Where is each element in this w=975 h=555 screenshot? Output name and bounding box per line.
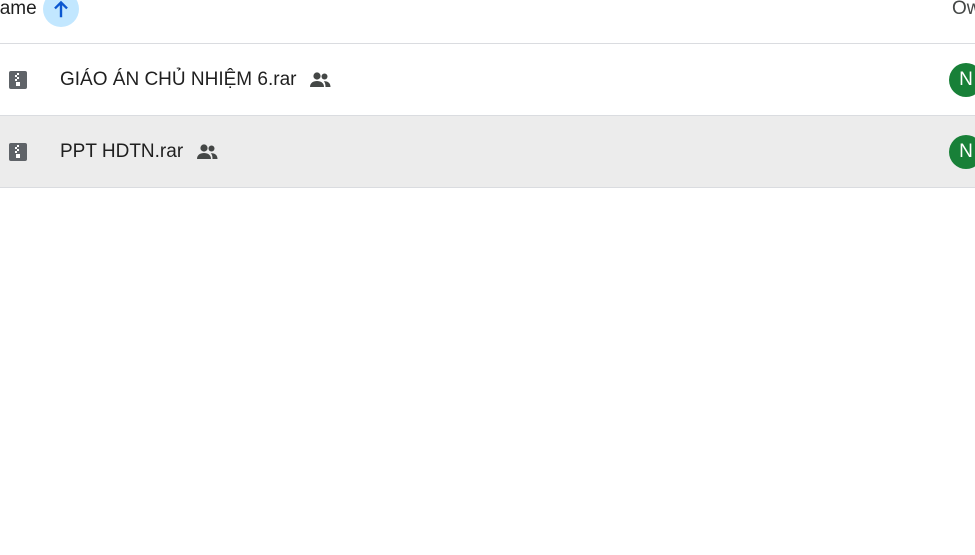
file-name-cell: PPT HDTN.rar	[60, 116, 219, 188]
sort-direction-button[interactable]	[42, 0, 79, 27]
arrow-up-icon	[53, 0, 68, 18]
people-shared-icon	[197, 144, 218, 159]
file-name-cell: GIÁO ÁN CHỦ NHIỆM 6.rar	[60, 44, 332, 116]
owner-initial: N	[959, 69, 973, 90]
owner-initial: N	[959, 141, 973, 162]
name-column-label: Name	[0, 0, 37, 19]
people-shared-icon	[310, 72, 331, 87]
file-list: Name Owner GIÁO ÁN CHỦ NHIỆM 6.rar	[0, 0, 975, 555]
name-column-header[interactable]: Name	[0, 0, 79, 27]
owner-avatar[interactable]: N	[949, 135, 975, 169]
archive-file-icon	[9, 143, 27, 161]
owner-column-label: Owner	[952, 0, 975, 19]
file-name[interactable]: GIÁO ÁN CHỦ NHIỆM 6.rar	[60, 69, 296, 91]
file-name[interactable]: PPT HDTN.rar	[60, 141, 183, 163]
list-header: Name Owner	[0, 0, 975, 44]
owner-column-header[interactable]: Owner	[952, 0, 975, 24]
archive-file-icon	[9, 71, 27, 89]
file-row[interactable]: PPT HDTN.rar N	[0, 116, 975, 188]
file-row[interactable]: GIÁO ÁN CHỦ NHIỆM 6.rar N	[0, 44, 975, 116]
owner-avatar[interactable]: N	[949, 63, 975, 97]
